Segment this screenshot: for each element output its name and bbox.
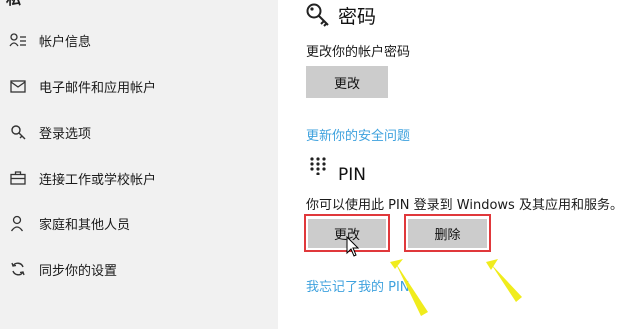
account-info-icon: [8, 30, 28, 50]
annotation-arrows: [390, 259, 522, 316]
sidebar-item-family[interactable]: 家庭和其他人员: [0, 201, 278, 245]
sidebar-item-label: 家庭和其他人员: [39, 217, 131, 233]
sidebar-item-work-school[interactable]: 连接工作或学校帐户: [0, 156, 278, 200]
mouse-cursor-icon: [346, 235, 360, 262]
person-add-icon: [8, 213, 28, 233]
sidebar-item-label: 登录选项: [39, 126, 92, 142]
briefcase-icon: [8, 168, 28, 188]
sidebar-cut-heading: 私: [6, 0, 21, 9]
sidebar-item-label: 电子邮件和应用帐户: [39, 80, 157, 96]
mail-icon: [8, 76, 28, 96]
sidebar-item-sign-in-options[interactable]: 登录选项: [0, 110, 278, 154]
sidebar-item-label: 帐户信息: [39, 34, 92, 50]
sidebar-item-account-info[interactable]: 帐户信息: [0, 18, 278, 62]
sync-icon: [8, 259, 28, 279]
annotation-arrow-right: [486, 259, 522, 302]
sidebar-item-label: 连接工作或学校帐户: [39, 172, 157, 188]
annotation-arrow-left: [390, 259, 428, 316]
main-content: 密码 更改你的帐户密码 更改 更新你的安全问题 PIN 你可以使用此 PIN 登…: [278, 0, 620, 329]
sidebar: 私 帐户信息 电子邮件和应用帐户 登录选项 连接工作或学校帐户 家庭和其他人员: [0, 0, 278, 329]
sidebar-item-sync[interactable]: 同步你的设置: [0, 247, 278, 291]
key-icon: [8, 122, 28, 142]
sidebar-item-label: 同步你的设置: [39, 263, 118, 279]
sidebar-item-email-accounts[interactable]: 电子邮件和应用帐户: [0, 64, 278, 108]
